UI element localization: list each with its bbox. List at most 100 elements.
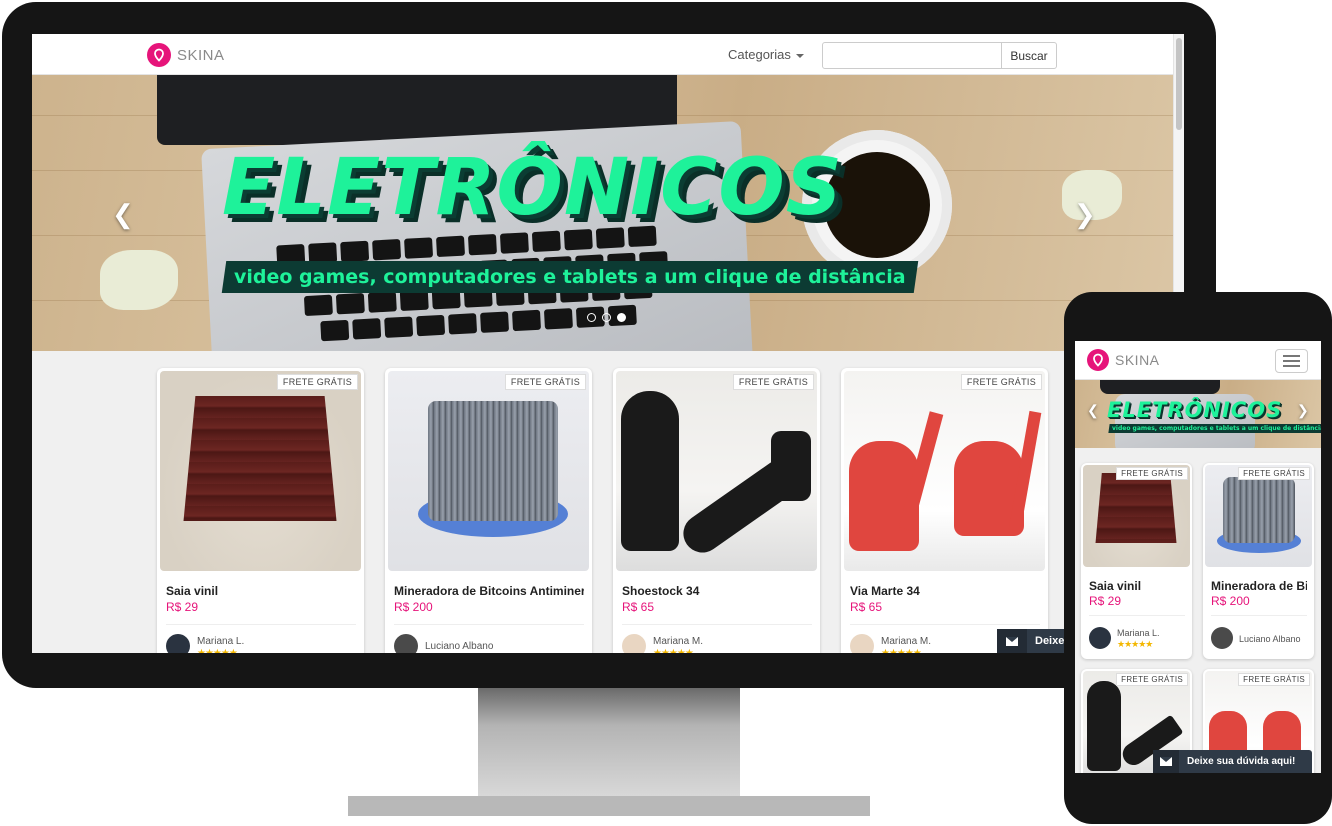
envelope-icon <box>1153 750 1179 773</box>
avatar[interactable] <box>394 634 418 653</box>
rating-stars: ★★★★★ <box>881 648 922 653</box>
product-card[interactable]: FRETE GRÁTIS Mineradora de Bitcoins Anti… <box>385 368 592 653</box>
rating-stars: ★★★★★ <box>1117 639 1153 649</box>
chevron-right-icon[interactable]: ❯ <box>1297 402 1309 419</box>
categories-dropdown[interactable]: Categorias <box>728 47 804 62</box>
product-title[interactable]: Saia vinil <box>166 584 356 598</box>
device-mockup: SKINA Categorias Buscar ELETRÔNICOS vide… <box>0 0 1332 826</box>
paper-ball <box>100 250 178 310</box>
product-image[interactable] <box>388 371 589 571</box>
avatar[interactable] <box>166 634 190 653</box>
envelope-icon <box>997 629 1027 653</box>
skirt-shape <box>1095 473 1177 543</box>
desktop-screen: SKINA Categorias Buscar ELETRÔNICOS vide… <box>32 34 1184 653</box>
seller-name[interactable]: Luciano Albano <box>425 641 493 652</box>
mobile-screen: SKINA ELETRÔNICOS video games, computado… <box>1075 341 1321 773</box>
product-title[interactable]: Via Marte 34 <box>850 584 1040 598</box>
free-shipping-badge: FRETE GRÁTIS <box>1238 673 1310 686</box>
product-image[interactable] <box>1205 465 1312 567</box>
product-price: R$ 29 <box>1089 594 1122 608</box>
divider <box>850 624 1040 625</box>
shoe-shape <box>1087 681 1121 771</box>
product-price: R$ 65 <box>622 600 655 614</box>
shoe-shape <box>621 391 679 551</box>
mobile-navbar: SKINA <box>1075 341 1321 380</box>
avatar[interactable] <box>850 634 874 653</box>
chat-button[interactable]: Deixe sua dúvida aqui! <box>1153 750 1312 773</box>
search-input[interactable] <box>822 42 1002 69</box>
hero-subtitle: video games, computadores e tablets a um… <box>1108 424 1321 433</box>
divider <box>1089 615 1185 616</box>
hero-subtitle-text: video games, computadores e tablets a um… <box>1112 425 1321 432</box>
hero-subtitle-text: video games, computadores e tablets a um… <box>234 266 906 288</box>
carousel-dot[interactable] <box>602 313 611 322</box>
rating-stars: ★★★★★ <box>653 648 694 653</box>
product-card[interactable]: FRETE GRÁTIS Shoestock 34 R$ 65 Mariana … <box>613 368 820 653</box>
brand-logo[interactable]: SKINA <box>147 43 225 67</box>
skirt-shape <box>183 396 337 521</box>
miner-shape <box>428 401 558 521</box>
avatar[interactable] <box>622 634 646 653</box>
product-card[interactable]: FRETE GRÁTIS Mineradora de Bitcoins R$ 2… <box>1203 463 1314 659</box>
hero-title: ELETRÔNICOS <box>1107 398 1283 422</box>
carousel-dot[interactable] <box>587 313 596 322</box>
divider <box>394 624 584 625</box>
product-price: R$ 200 <box>1211 594 1250 608</box>
free-shipping-badge: FRETE GRÁTIS <box>1116 673 1188 686</box>
monitor-stand-base <box>348 796 870 816</box>
brand-logo[interactable]: SKINA <box>1087 349 1160 371</box>
avatar[interactable] <box>1211 627 1233 649</box>
product-image[interactable] <box>1083 465 1190 567</box>
scrollbar-thumb[interactable] <box>1176 38 1182 130</box>
rating-stars: ★★★★★ <box>197 648 238 653</box>
brand-name: SKINA <box>1115 352 1160 368</box>
menu-icon[interactable] <box>1275 349 1308 373</box>
product-card[interactable]: FRETE GRÁTIS Via Marte 34 R$ 65 Mariana … <box>841 368 1048 653</box>
hero-carousel: ELETRÔNICOS video games, computadores e … <box>32 75 1173 351</box>
chevron-right-icon[interactable]: ❯ <box>1074 199 1096 230</box>
product-title[interactable]: Saia vinil <box>1089 579 1185 593</box>
product-title[interactable]: Shoestock 34 <box>622 584 812 598</box>
free-shipping-badge: FRETE GRÁTIS <box>732 374 814 390</box>
brand-name: SKINA <box>177 46 225 64</box>
seller-name[interactable]: Mariana L. <box>1117 628 1160 638</box>
product-price: R$ 65 <box>850 600 883 614</box>
free-shipping-badge: FRETE GRÁTIS <box>960 374 1042 390</box>
free-shipping-badge: FRETE GRÁTIS <box>1238 467 1310 480</box>
location-pin-icon <box>1087 349 1109 371</box>
product-card[interactable]: FRETE GRÁTIS Saia vinil R$ 29 Mariana L.… <box>1081 463 1192 659</box>
seller-name[interactable]: Luciano Albano <box>1239 634 1301 644</box>
avatar[interactable] <box>1089 627 1111 649</box>
product-image[interactable] <box>160 371 361 571</box>
chat-label: Deixe sua dúvida aqui! <box>1187 756 1296 767</box>
hero-subtitle: video games, computadores e tablets a um… <box>221 261 918 293</box>
chat-label: Deixe <box>1035 635 1065 647</box>
categories-label: Categorias <box>728 47 791 62</box>
free-shipping-badge: FRETE GRÁTIS <box>276 374 358 390</box>
caret-down-icon <box>795 53 804 58</box>
product-title[interactable]: Mineradora de Bitcoins Antiminer <box>394 584 584 598</box>
carousel-indicators <box>587 313 626 322</box>
product-image[interactable] <box>844 371 1045 571</box>
free-shipping-badge: FRETE GRÁTIS <box>1116 467 1188 480</box>
product-price: R$ 200 <box>394 600 433 614</box>
divider <box>166 624 356 625</box>
seller-name[interactable]: Mariana L. <box>197 636 244 647</box>
miner-shape <box>1223 477 1295 543</box>
seller-name[interactable]: Mariana M. <box>653 636 703 647</box>
search-button[interactable]: Buscar <box>1001 42 1057 69</box>
monitor-stand <box>478 688 740 796</box>
laptop-screen <box>1100 380 1220 394</box>
product-image[interactable] <box>616 371 817 571</box>
seller-name[interactable]: Mariana M. <box>881 636 931 647</box>
location-pin-icon <box>147 43 171 67</box>
chevron-left-icon[interactable]: ❮ <box>112 199 134 230</box>
carousel-dot-active[interactable] <box>617 313 626 322</box>
free-shipping-badge: FRETE GRÁTIS <box>504 374 586 390</box>
mobile-hero-carousel: ELETRÔNICOS video games, computadores e … <box>1075 380 1321 448</box>
navbar: SKINA Categorias Buscar <box>32 34 1173 75</box>
product-title[interactable]: Mineradora de Bitcoins <box>1211 579 1307 593</box>
hero-title: ELETRÔNICOS <box>222 143 843 233</box>
chevron-left-icon[interactable]: ❮ <box>1087 402 1099 419</box>
product-card[interactable]: FRETE GRÁTIS Saia vinil R$ 29 Mariana L.… <box>157 368 364 653</box>
